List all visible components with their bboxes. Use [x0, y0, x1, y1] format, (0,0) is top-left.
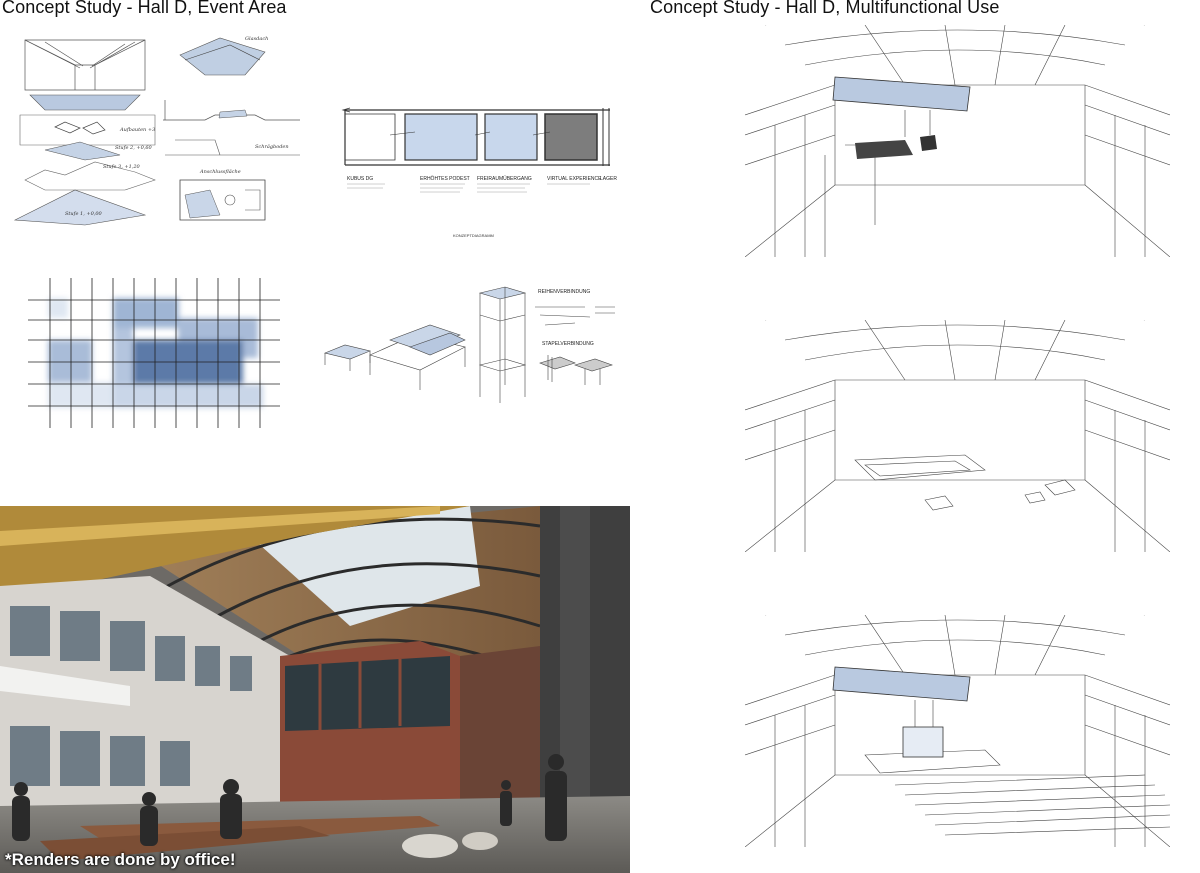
diagram-label-2: FREIRAUMÜBERGANG — [477, 175, 532, 182]
concept-diagram: KUBUS DG ERHÖHTES PODEST FREIRAUMÜBERGAN… — [341, 107, 617, 238]
left-section-title: Concept Study - Hall D, Event Area — [2, 0, 287, 17]
diagram-label-4: LAGER — [600, 176, 617, 182]
sketch-note-0: Stufe 1, +0,00 — [65, 211, 103, 217]
sketch-note-4: Glasdach — [245, 36, 268, 42]
sketch-note-6: Anschlussfläche — [199, 169, 241, 175]
grid-heatmap-panel — [28, 278, 280, 428]
hall-sketch-exhibition — [745, 25, 1170, 257]
render-note: *Renders are done by office! — [5, 850, 236, 869]
diagram-label-0: KUBUS DG — [347, 176, 373, 182]
connections-panel: REIHENVERBINDUNG STAPELVERBINDUNG — [320, 285, 620, 410]
sketch-panel-stepped-levels: Anschlussfläche Aufbauten +3 Stufe 2, +0… — [5, 30, 305, 230]
right-section-title: Concept Study - Hall D, Multifunctional … — [650, 0, 1000, 17]
diagram-label-1: ERHÖHTES PODEST — [420, 175, 470, 182]
diagram-label-3: VIRTUAL EXPERIENCE — [547, 176, 602, 182]
hall-sketch-auditorium — [745, 615, 1170, 847]
render-image-panel: *Renders are done by office! — [0, 506, 630, 873]
sketch-drawing: Anschlussfläche Aufbauten +3 Stufe 2, +0… — [13, 36, 300, 226]
hall-sketch-1 — [745, 25, 1170, 257]
sketch-note-2: Stufe 3, +1,20 — [103, 164, 141, 170]
stack-connection-label: STAPELVERBINDUNG — [542, 341, 594, 347]
grid-heatmap — [28, 278, 280, 428]
render-image — [0, 506, 630, 873]
connections-drawing: REIHENVERBINDUNG STAPELVERBINDUNG — [324, 286, 615, 403]
hall-sketch-2 — [745, 320, 1170, 552]
row-connection-label: REIHENVERBINDUNG — [538, 289, 590, 295]
hall-sketch-3 — [745, 615, 1170, 847]
hall-sketch-lounge — [745, 320, 1170, 552]
sketch-note-3: Aufbauten +3 — [119, 127, 155, 133]
diagram-caption: KONZEPTDIAGRAMM — [453, 233, 494, 238]
sketch-note-5: Schrägboden — [255, 144, 289, 150]
concept-diagram-panel: KUBUS DG ERHÖHTES PODEST FREIRAUMÜBERGAN… — [335, 100, 620, 245]
sketch-note-1: Stufe 2, +0,60 — [115, 145, 153, 151]
